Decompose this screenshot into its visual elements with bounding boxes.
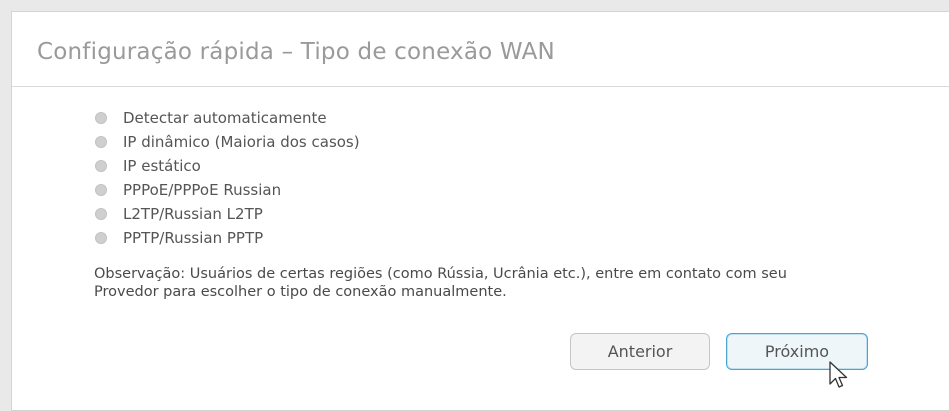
radio-button[interactable]	[95, 160, 107, 172]
radio-button[interactable]	[95, 232, 107, 244]
option-label: IP dinâmico (Maioria dos casos)	[123, 133, 360, 151]
option-label: Detectar automaticamente	[123, 109, 327, 127]
option-label: PPPoE/PPPoE Russian	[123, 181, 282, 199]
option-static-ip[interactable]: IP estático	[95, 154, 360, 178]
option-pppoe[interactable]: PPPoE/PPPoE Russian	[95, 178, 360, 202]
radio-button[interactable]	[95, 112, 107, 124]
option-label: PPTP/Russian PPTP	[123, 229, 264, 247]
title-divider	[12, 86, 949, 87]
note-line-2: Provedor para escolher o tipo de conexão…	[94, 284, 507, 300]
observation-note: Observação: Usuários de certas regiões (…	[94, 265, 894, 301]
radio-button[interactable]	[95, 136, 107, 148]
option-label: L2TP/Russian L2TP	[123, 205, 263, 223]
wan-type-radio-group: Detectar automaticamente IP dinâmico (Ma…	[95, 106, 360, 250]
option-dynamic-ip[interactable]: IP dinâmico (Maioria dos casos)	[95, 130, 360, 154]
option-label: IP estático	[123, 157, 201, 175]
note-line-1: Observação: Usuários de certas regiões (…	[94, 266, 787, 282]
mouse-pointer-icon	[829, 361, 848, 388]
option-detect-automatically[interactable]: Detectar automaticamente	[95, 106, 360, 130]
page-title: Configuração rápida – Tipo de conexão WA…	[37, 39, 555, 65]
option-pptp[interactable]: PPTP/Russian PPTP	[95, 226, 360, 250]
radio-button[interactable]	[95, 208, 107, 220]
previous-button[interactable]: Anterior	[570, 333, 710, 370]
radio-button[interactable]	[95, 184, 107, 196]
option-l2tp[interactable]: L2TP/Russian L2TP	[95, 202, 360, 226]
